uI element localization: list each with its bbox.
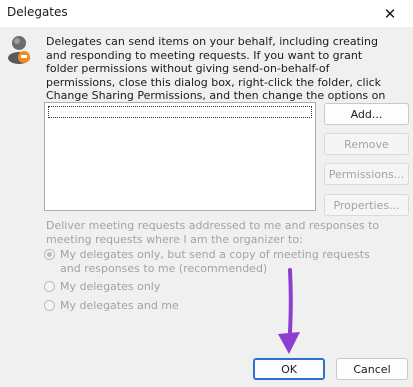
radio-delegates-only-copy-to-me[interactable]: My delegates only, but send a copy of me… bbox=[44, 248, 374, 276]
radio-delegates-only[interactable]: My delegates only bbox=[44, 280, 160, 294]
radio-circle[interactable] bbox=[44, 281, 55, 292]
radio-label: My delegates and me bbox=[60, 299, 179, 312]
radio-circle[interactable] bbox=[44, 300, 55, 311]
close-icon[interactable]: ✕ bbox=[367, 0, 413, 27]
list-focus-row[interactable] bbox=[48, 106, 312, 118]
cancel-button[interactable]: Cancel bbox=[336, 358, 408, 380]
permissions-button[interactable]: Permissions... bbox=[324, 163, 409, 185]
title-bar: Delegates ✕ bbox=[0, 0, 413, 27]
add-button[interactable]: Add... bbox=[324, 103, 409, 125]
radio-label: My delegates only, but send a copy of me… bbox=[60, 248, 370, 275]
radio-delegates-and-me[interactable]: My delegates and me bbox=[44, 299, 179, 313]
ok-button[interactable]: OK bbox=[253, 358, 325, 380]
delegates-dialog: Delegates ✕ Delegates can send items on … bbox=[0, 0, 413, 387]
radio-label: My delegates only bbox=[60, 280, 161, 293]
user-icon bbox=[8, 36, 30, 64]
dialog-title: Delegates bbox=[7, 5, 68, 19]
annotation-arrow-icon bbox=[278, 268, 300, 354]
meeting-requests-label: Deliver meeting requests addressed to me… bbox=[46, 219, 380, 246]
properties-button[interactable]: Properties... bbox=[324, 194, 409, 216]
remove-button[interactable]: Remove bbox=[324, 133, 409, 155]
radio-circle[interactable] bbox=[44, 249, 55, 260]
delegates-list[interactable] bbox=[44, 102, 316, 211]
